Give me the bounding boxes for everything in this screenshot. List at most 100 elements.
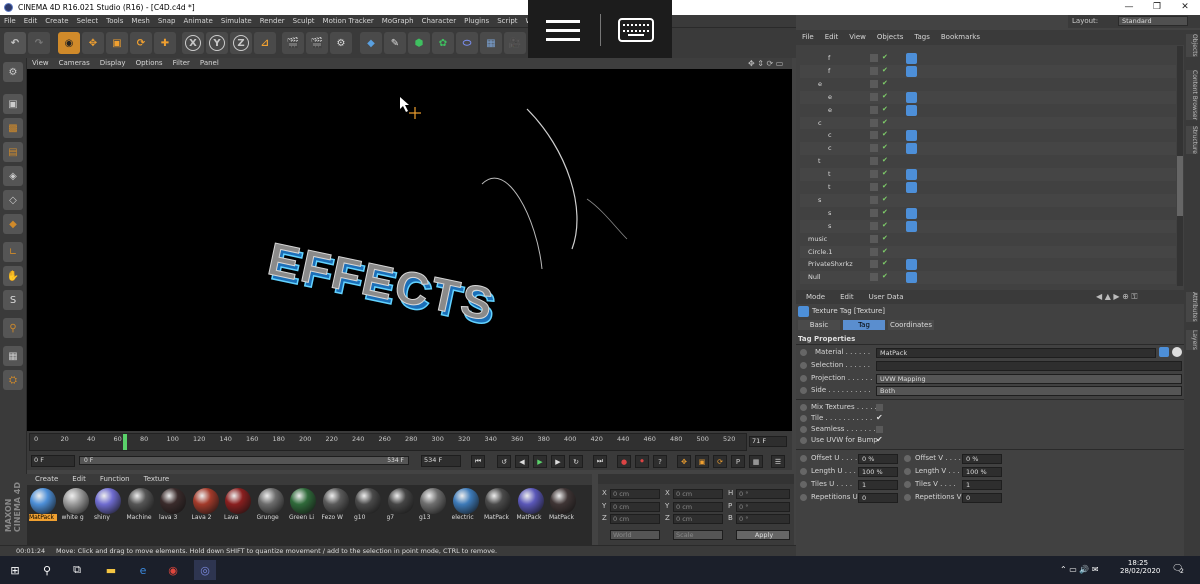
attribute-menu-user-data[interactable]: User Data	[859, 290, 909, 301]
object-visibility-icon[interactable]	[870, 144, 878, 153]
object-enabled-check[interactable]: ✔	[882, 221, 888, 229]
menu-item-sculpt[interactable]: Sculpt	[289, 15, 319, 25]
object-visibility-icon[interactable]	[870, 92, 878, 101]
array-icon[interactable]: ✿	[432, 32, 454, 54]
length-u-field[interactable]: 100 %	[858, 467, 898, 477]
texture-tag-icon[interactable]	[906, 182, 917, 193]
texture-tag-icon[interactable]	[906, 272, 917, 284]
side-tab-structure[interactable]: Structure	[1186, 126, 1198, 154]
range-slider[interactable]: 0 F 534 F	[79, 456, 409, 465]
texture-tag-icon[interactable]	[906, 220, 917, 232]
edge-browser-icon[interactable]: e	[132, 560, 154, 580]
move-icon[interactable]: ✥	[82, 32, 104, 54]
tab-basic[interactable]: Basic	[798, 320, 840, 330]
material-swatch[interactable]: lava 3	[159, 488, 187, 524]
texture-tag-icon[interactable]	[906, 130, 917, 142]
material-swatch[interactable]: Fezo W	[321, 488, 350, 524]
render-settings-icon[interactable]: ⚙	[330, 32, 352, 54]
object-row[interactable]: Null ✔	[800, 271, 1176, 285]
object-visibility-icon[interactable]	[870, 118, 878, 127]
texture-tag-icon[interactable]	[906, 143, 917, 155]
windows-start-icon[interactable]: ⊞	[4, 560, 26, 580]
object-menu-bookmarks[interactable]: Bookmarks	[935, 30, 985, 41]
texture-tag-icon[interactable]	[906, 207, 917, 219]
viewport-menu-options[interactable]: Options	[131, 58, 168, 67]
coord-mode-dropdown[interactable]: World	[610, 530, 660, 540]
material-field[interactable]: MatPack	[876, 348, 1156, 358]
make-editable-icon[interactable]: ⚙	[3, 62, 23, 82]
menu-item-tools[interactable]: Tools	[102, 15, 127, 25]
x-axis-button[interactable]: X	[182, 32, 204, 54]
spline-pen-icon[interactable]: ✎	[384, 32, 406, 54]
cinema4d-taskbar-icon[interactable]: ◎	[194, 560, 216, 580]
key-param-icon[interactable]: P	[731, 455, 745, 468]
next-frame-icon[interactable]: ▶	[551, 455, 565, 468]
timeline-settings-icon[interactable]: ☰	[771, 455, 785, 468]
go-to-start-icon[interactable]: ⏮	[471, 455, 485, 468]
attribute-nav-icons[interactable]: ◀ ▲ ▶ ⊕ ⚿	[1096, 292, 1137, 302]
selection-field[interactable]	[876, 361, 1182, 371]
points-mode-icon[interactable]: ◈	[3, 166, 23, 186]
viewport-menu-panel[interactable]: Panel	[195, 58, 224, 67]
menu-item-mograph[interactable]: MoGraph	[378, 15, 418, 25]
polygons-mode-icon[interactable]: ◆	[3, 214, 23, 234]
material-link-icon[interactable]	[1159, 347, 1169, 357]
texture-tag-icon[interactable]	[906, 53, 917, 64]
object-row[interactable]: c ✔	[800, 116, 1176, 130]
timeline-ruler[interactable]: 0 20 40 60 80 100 120 140 160 180 200 220 240 260 280 3…	[29, 433, 747, 451]
texture-tag-icon[interactable]	[906, 91, 917, 103]
object-enabled-check[interactable]: ✔	[882, 118, 888, 126]
object-visibility-icon[interactable]	[870, 54, 878, 62]
material-options-icon[interactable]	[1172, 347, 1182, 357]
object-scrollbar[interactable]	[1177, 46, 1183, 286]
object-enabled-check[interactable]: ✔	[882, 66, 888, 74]
coord-size-field[interactable]: 0 cm	[673, 501, 723, 512]
side-dropdown[interactable]: Both	[876, 386, 1182, 396]
object-menu-tags[interactable]: Tags	[908, 30, 935, 41]
object-visibility-icon[interactable]	[870, 66, 878, 75]
redo-icon[interactable]: ↷	[28, 32, 50, 54]
menu-item-render[interactable]: Render	[256, 15, 289, 25]
object-row[interactable]: s ✔	[800, 206, 1176, 220]
coord-rotation-field[interactable]: 0 °	[736, 501, 790, 512]
object-row[interactable]: e ✔	[800, 77, 1176, 91]
side-tab-attributes[interactable]: Attributes	[1186, 292, 1198, 322]
prev-key-icon[interactable]: ↺	[497, 455, 511, 468]
record-icon[interactable]: ●	[617, 455, 631, 468]
object-row[interactable]: s ✔	[800, 219, 1176, 233]
menu-item-plugins[interactable]: Plugins	[460, 15, 493, 25]
object-enabled-check[interactable]: ✔	[882, 130, 888, 138]
object-enabled-check[interactable]: ✔	[882, 247, 888, 255]
texture-tag-icon[interactable]	[906, 65, 917, 77]
object-enabled-check[interactable]: ✔	[882, 259, 888, 267]
recent-tools-icon[interactable]: ✚	[154, 32, 176, 54]
object-visibility-icon[interactable]	[870, 221, 878, 230]
material-swatch[interactable]: Machine	[126, 488, 155, 524]
object-row[interactable]: c ✔	[800, 129, 1176, 143]
material-swatch[interactable]: white g	[61, 488, 90, 524]
undo-icon[interactable]: ↶	[4, 32, 26, 54]
task-view-icon[interactable]: ⧉	[66, 560, 88, 580]
object-enabled-check[interactable]: ✔	[882, 169, 888, 177]
coord-size-field[interactable]: 0 cm	[673, 489, 723, 499]
texture-tag-icon[interactable]	[906, 169, 917, 181]
material-menu-function[interactable]: Function	[92, 474, 136, 483]
object-visibility-icon[interactable]	[870, 273, 878, 282]
menu-item-create[interactable]: Create	[41, 15, 72, 25]
end-frame-field[interactable]: 71 F	[749, 436, 787, 447]
object-enabled-check[interactable]: ✔	[882, 79, 888, 87]
object-row[interactable]: t ✔	[800, 181, 1176, 194]
object-row[interactable]: f ✔	[800, 52, 1176, 65]
workplane-icon[interactable]: ▤	[3, 142, 23, 162]
y-axis-button[interactable]: Y	[206, 32, 228, 54]
3d-viewport[interactable]: EFFECTS EFFECTS	[27, 69, 792, 431]
edges-mode-icon[interactable]: ◇	[3, 190, 23, 210]
object-enabled-check[interactable]: ✔	[882, 208, 888, 216]
projection-dropdown[interactable]: UVW Mapping	[876, 374, 1182, 384]
lock-workplane-icon[interactable]: ⚲	[3, 318, 23, 338]
object-visibility-icon[interactable]	[870, 131, 878, 140]
material-swatch[interactable]: MatPack	[516, 488, 545, 524]
chrome-icon[interactable]: ◉	[162, 560, 184, 580]
cube-icon[interactable]: ◆	[360, 32, 382, 54]
viewport-nav-icons[interactable]: ✥ ⇕ ⟳ ▭	[748, 59, 783, 68]
